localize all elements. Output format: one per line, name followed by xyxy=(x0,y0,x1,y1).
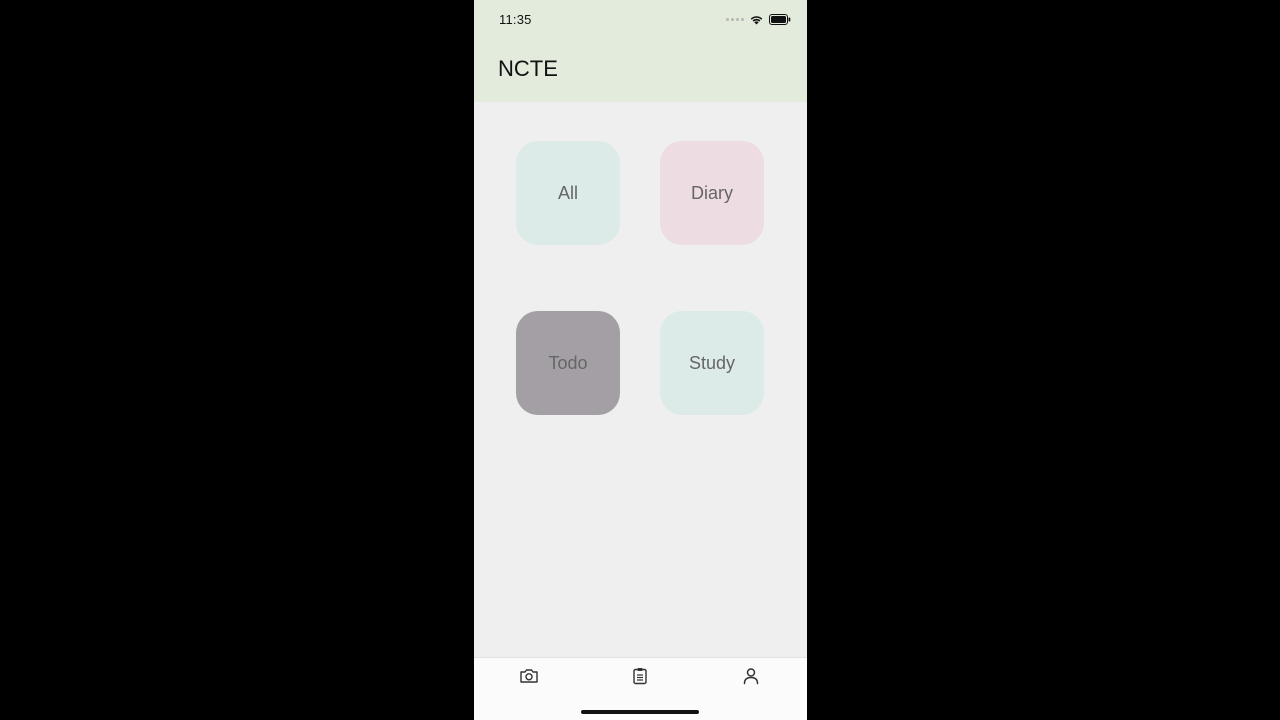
category-diary-label: Diary xyxy=(690,182,733,203)
clipboard-icon xyxy=(632,667,648,690)
wifi-icon xyxy=(749,14,764,25)
category-todo-label: Todo xyxy=(548,352,588,373)
phone-screen: 11:35 NCTE All Diary Todo Study xyxy=(474,0,807,720)
home-indicator xyxy=(581,710,699,714)
category-diary-button[interactable]: Diary xyxy=(660,141,764,245)
category-all-button[interactable]: All xyxy=(516,141,620,245)
screen-background: 11:35 NCTE All Diary Todo Study xyxy=(0,0,1280,720)
battery-icon xyxy=(769,13,791,25)
camera-icon xyxy=(519,668,539,689)
person-icon xyxy=(742,667,760,690)
category-todo-button[interactable]: Todo xyxy=(516,311,620,415)
category-study-label: Study xyxy=(688,352,736,373)
category-study-button[interactable]: Study xyxy=(660,311,764,415)
nav-header: 11:35 NCTE xyxy=(474,0,807,102)
tab-notes[interactable] xyxy=(628,667,652,690)
status-icons xyxy=(726,12,791,26)
page-title: NCTE xyxy=(498,56,558,81)
status-time: 11:35 xyxy=(499,12,532,27)
signal-icon xyxy=(726,17,744,21)
category-all-label: All xyxy=(557,182,578,203)
tab-camera[interactable] xyxy=(517,668,541,688)
tab-profile[interactable] xyxy=(739,667,763,690)
